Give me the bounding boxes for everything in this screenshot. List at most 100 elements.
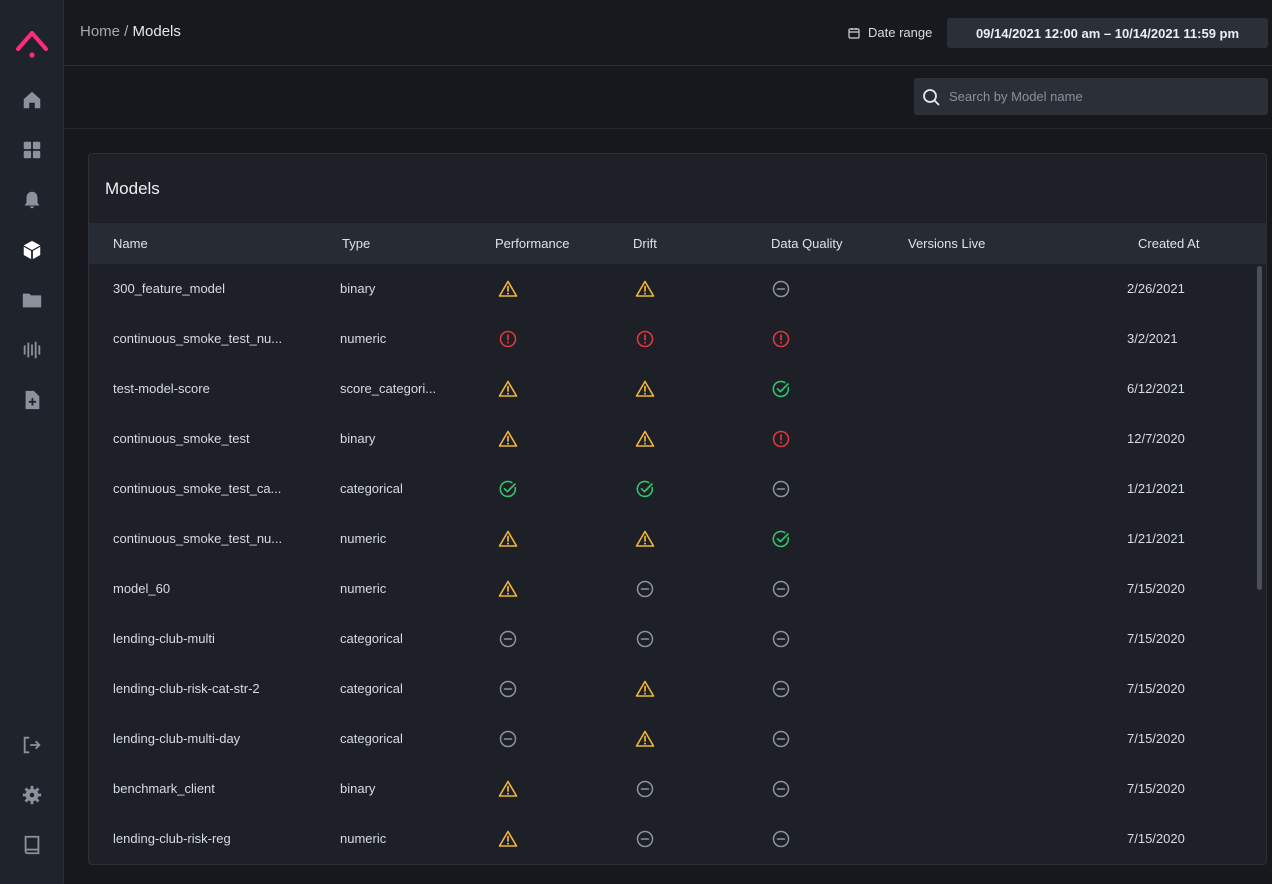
model-type: score_categori... [340, 381, 437, 396]
created-at: 7/15/2020 [1127, 781, 1185, 796]
model-type: categorical [340, 681, 403, 696]
drift-warning-triangle-icon [635, 279, 655, 299]
performance-warning-triangle-icon [498, 829, 518, 849]
data-quality-check-circle-icon [771, 529, 791, 549]
table-body: 300_feature_model binary 2/26/2021 continuo… [89, 264, 1266, 864]
table-row[interactable]: continuous_smoke_test_nu... numeric 1/21/2… [89, 514, 1266, 564]
created-at: 6/12/2021 [1127, 381, 1185, 396]
column-header-versions-live[interactable]: Versions Live [908, 236, 985, 251]
table-row[interactable]: lending-club-multi categorical 7/15/2020 [89, 614, 1266, 664]
toolbar [64, 66, 1272, 129]
drift-check-circle-icon [635, 479, 655, 499]
table-row[interactable]: benchmark_client binary 7/15/2020 [89, 764, 1266, 814]
table-row[interactable]: lending-club-risk-cat-str-2 categorical 7/… [89, 664, 1266, 714]
model-name-link[interactable]: test-model-score [113, 381, 210, 396]
table-row[interactable]: continuous_smoke_test_nu... numeric 3/2/20… [89, 314, 1266, 364]
drift-warning-triangle-icon [635, 679, 655, 699]
performance-warning-triangle-icon [498, 379, 518, 399]
drift-warning-triangle-icon [635, 529, 655, 549]
model-type: binary [340, 431, 376, 446]
performance-warning-triangle-icon [498, 529, 518, 549]
data-quality-no-data-circle-icon [771, 829, 791, 849]
column-header-name[interactable]: Name [113, 236, 148, 251]
drift-no-data-circle-icon [635, 779, 655, 799]
table-scrollbar[interactable] [1257, 266, 1262, 590]
model-type: numeric [340, 581, 387, 596]
breadcrumb-home-link[interactable]: Home [80, 23, 120, 40]
file-plus-icon[interactable] [20, 388, 44, 412]
folder-icon[interactable] [20, 288, 44, 312]
drift-warning-triangle-icon [635, 379, 655, 399]
model-type: numeric [340, 331, 387, 346]
table-row[interactable]: lending-club-multi-day categorical 7/15/20… [89, 714, 1266, 764]
performance-no-data-circle-icon [498, 729, 518, 749]
bars-icon[interactable] [20, 338, 44, 362]
performance-warning-triangle-icon [498, 579, 518, 599]
drift-warning-triangle-icon [635, 429, 655, 449]
model-type: numeric [340, 531, 387, 546]
created-at: 7/15/2020 [1127, 581, 1185, 596]
table-row[interactable]: model_60 numeric 7/15/2020 [89, 564, 1266, 614]
cube-icon[interactable] [20, 238, 44, 262]
logout-icon[interactable] [20, 733, 44, 757]
column-header-performance[interactable]: Performance [495, 236, 569, 251]
model-type: categorical [340, 731, 403, 746]
model-name-link[interactable]: lending-club-multi [113, 631, 215, 646]
model-name-link[interactable]: continuous_smoke_test [113, 431, 250, 446]
performance-warning-triangle-icon [498, 279, 518, 299]
data-quality-no-data-circle-icon [771, 279, 791, 299]
drift-warning-triangle-icon [635, 729, 655, 749]
model-name-link[interactable]: lending-club-multi-day [113, 731, 240, 746]
model-name-link[interactable]: continuous_smoke_test_nu... [113, 531, 282, 546]
brand-logo-icon[interactable] [14, 24, 50, 60]
model-name-link[interactable]: lending-club-risk-reg [113, 831, 231, 846]
book-icon[interactable] [20, 833, 44, 857]
home-icon[interactable] [20, 88, 44, 112]
model-type: binary [340, 281, 376, 296]
performance-error-circle-icon [498, 329, 518, 349]
data-quality-check-circle-icon [771, 379, 791, 399]
column-header-created-at[interactable]: Created At [1138, 236, 1199, 251]
table-row[interactable]: lending-club-risk-reg numeric 7/15/2020 [89, 814, 1266, 864]
data-quality-no-data-circle-icon [771, 779, 791, 799]
models-card: Models Name Type Performance Drift Data … [88, 153, 1267, 865]
search-input[interactable] [949, 89, 1249, 104]
sidebar [0, 0, 64, 884]
dashboard-grid-icon[interactable] [20, 138, 44, 162]
model-type: categorical [340, 481, 403, 496]
data-quality-no-data-circle-icon [771, 479, 791, 499]
performance-check-circle-icon [498, 479, 518, 499]
created-at: 1/21/2021 [1127, 531, 1185, 546]
created-at: 7/15/2020 [1127, 631, 1185, 646]
app-root: Home / Models Date range 09/14/2021 12:0… [0, 0, 1272, 884]
model-name-link[interactable]: continuous_smoke_test_nu... [113, 331, 282, 346]
model-name-link[interactable]: benchmark_client [113, 781, 215, 796]
table-row[interactable]: continuous_smoke_test binary 12/7/2020 [89, 414, 1266, 464]
column-header-data-quality[interactable]: Data Quality [771, 236, 843, 251]
drift-no-data-circle-icon [635, 829, 655, 849]
table-row[interactable]: continuous_smoke_test_ca... categorical 1/… [89, 464, 1266, 514]
performance-warning-triangle-icon [498, 779, 518, 799]
column-header-type[interactable]: Type [342, 236, 370, 251]
model-name-link[interactable]: model_60 [113, 581, 170, 596]
table-row[interactable]: 300_feature_model binary 2/26/2021 [89, 264, 1266, 314]
date-range-picker[interactable]: 09/14/2021 12:00 am – 10/14/2021 11:59 p… [947, 18, 1268, 48]
created-at: 12/7/2020 [1127, 431, 1185, 446]
model-name-link[interactable]: continuous_smoke_test_ca... [113, 481, 281, 496]
calendar-icon [848, 27, 860, 39]
search-box [914, 78, 1268, 115]
data-quality-no-data-circle-icon [771, 729, 791, 749]
settings-gear-icon[interactable] [20, 783, 44, 807]
table-header: Name Type Performance Drift Data Quality… [89, 223, 1266, 264]
data-quality-error-circle-icon [771, 329, 791, 349]
date-range-label-text: Date range [868, 25, 933, 40]
model-name-link[interactable]: lending-club-risk-cat-str-2 [113, 681, 260, 696]
table-row[interactable]: test-model-score score_categori... 6/12/20… [89, 364, 1266, 414]
data-quality-no-data-circle-icon [771, 679, 791, 699]
bell-icon[interactable] [20, 188, 44, 212]
column-header-drift[interactable]: Drift [633, 236, 657, 251]
model-type: categorical [340, 631, 403, 646]
model-type: numeric [340, 831, 387, 846]
drift-no-data-circle-icon [635, 629, 655, 649]
model-name-link[interactable]: 300_feature_model [113, 281, 225, 296]
